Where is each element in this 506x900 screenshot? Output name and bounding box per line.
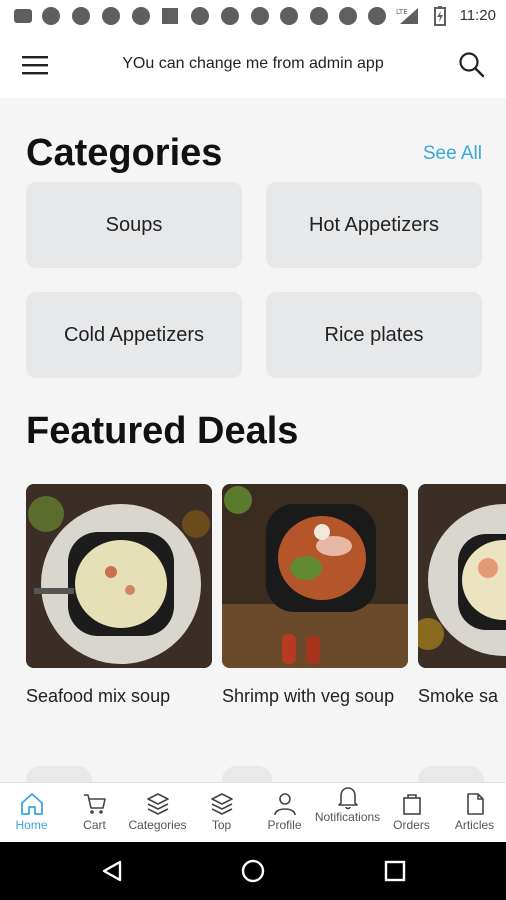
app-notification-icon	[339, 7, 357, 25]
next-section-card	[222, 766, 272, 782]
deal-name[interactable]: Smoke sa	[418, 684, 506, 708]
app-notification-icon	[14, 9, 32, 23]
app-notification-icon	[221, 7, 239, 25]
category-label: Cold Appetizers	[63, 323, 205, 346]
bell-icon	[338, 787, 358, 810]
nav-item-orders[interactable]: Orders	[380, 783, 443, 843]
nav-item-profile[interactable]: Profile	[253, 783, 316, 843]
app-notification-icon	[102, 7, 120, 25]
next-section-card	[418, 766, 484, 782]
app-notification-icon	[310, 7, 328, 25]
signal-icon: LTE	[396, 8, 418, 24]
deal-image-smoke[interactable]	[418, 484, 506, 668]
clock: 11:20	[459, 7, 496, 24]
stack-icon	[211, 793, 233, 815]
category-card-hot-appetizers[interactable]: Hot Appetizers	[266, 182, 482, 268]
app-notification-icon	[72, 7, 90, 25]
bag-icon	[403, 794, 421, 815]
see-all-link[interactable]: See All	[423, 143, 482, 165]
recents-icon[interactable]	[384, 860, 406, 882]
stop-icon	[162, 8, 178, 24]
nav-item-cart[interactable]: Cart	[63, 783, 126, 843]
nav-item-home[interactable]: Home	[0, 783, 63, 843]
back-icon[interactable]	[100, 859, 124, 883]
app-notification-icon	[368, 7, 386, 25]
app-bar: YOu can change me from admin app	[0, 32, 506, 98]
document-icon	[467, 793, 484, 815]
deal-image-seafood-mix-soup[interactable]	[26, 484, 212, 668]
search-icon[interactable]	[458, 51, 486, 79]
deal-name[interactable]: Shrimp with veg soup	[222, 684, 408, 708]
home-content[interactable]: Categories See All Soups Hot Appetizers …	[0, 98, 506, 782]
categories-title: Categories	[26, 132, 223, 174]
nav-item-categories[interactable]: Categories	[126, 783, 189, 843]
deal-name[interactable]: Seafood mix soup	[26, 684, 212, 708]
home-circle-icon[interactable]	[241, 859, 265, 883]
app-notification-icon	[42, 7, 60, 25]
nav-label: Profile	[267, 818, 302, 832]
app-notification-icon	[280, 7, 298, 25]
nav-item-notifications[interactable]: Notifications	[315, 783, 380, 843]
nav-label: Notifications	[314, 810, 381, 824]
nav-label: Orders	[393, 818, 430, 832]
app-notification-icon	[132, 7, 150, 25]
home-icon	[21, 793, 43, 815]
deal-image-shrimp-with-veg-soup[interactable]	[222, 484, 408, 668]
layers-icon	[147, 793, 169, 815]
nav-label: Cart	[83, 818, 106, 832]
bottom-navigation: Home Cart Categories Top Profile Notific…	[0, 782, 506, 842]
app-notification-icon	[251, 7, 269, 25]
category-card-cold-appetizers[interactable]: Cold Appetizers	[26, 292, 242, 378]
category-label: Hot Appetizers	[308, 213, 440, 236]
category-card-rice-plates[interactable]: Rice plates	[266, 292, 482, 378]
category-label: Soups	[105, 213, 163, 236]
next-section-card	[26, 766, 92, 782]
nav-label: Top	[211, 818, 232, 832]
nav-label: Articles	[454, 818, 495, 832]
nav-label: Home	[15, 818, 48, 832]
status-bar: LTE 11:20	[0, 0, 506, 32]
category-card-soups[interactable]: Soups	[26, 182, 242, 268]
app-bar-title: YOu can change me from admin app	[122, 55, 384, 72]
app-notification-icon	[191, 7, 209, 25]
nav-label: Categories	[128, 818, 187, 832]
cart-icon	[84, 794, 106, 814]
system-navigation-bar	[0, 842, 506, 900]
category-label: Rice plates	[324, 323, 424, 346]
battery-icon	[434, 6, 446, 26]
person-icon	[274, 793, 296, 816]
network-label: LTE	[396, 8, 408, 16]
hamburger-menu-icon[interactable]	[22, 54, 48, 76]
featured-deals-title: Featured Deals	[26, 410, 299, 452]
nav-item-articles[interactable]: Articles	[443, 783, 506, 843]
nav-item-top[interactable]: Top	[190, 783, 253, 843]
